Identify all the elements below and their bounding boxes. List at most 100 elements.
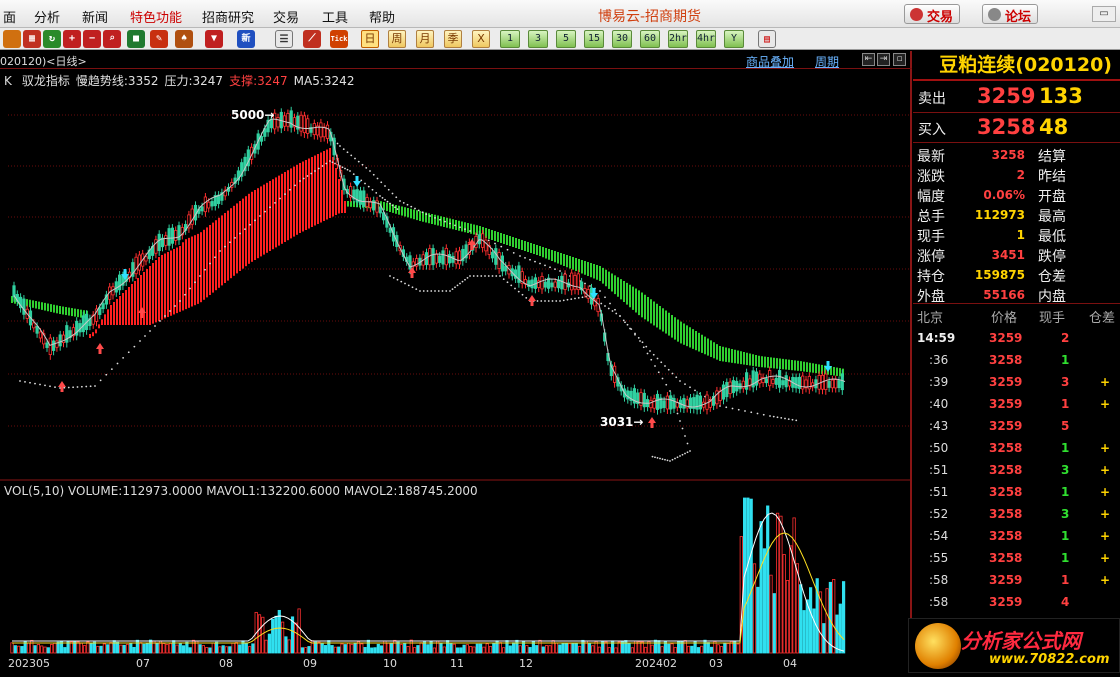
candle-body xyxy=(794,377,798,389)
dotted-line-dot xyxy=(642,346,645,349)
pen-icon[interactable]: ✎ xyxy=(150,30,168,48)
dotted-line-dot xyxy=(639,340,641,342)
stat-label: 持仓 xyxy=(917,269,945,285)
chart-area[interactable] xyxy=(0,51,912,655)
dotted-line-dot xyxy=(656,456,659,459)
period-button[interactable]: 2hr xyxy=(668,30,688,48)
period-button[interactable]: 5 xyxy=(556,30,576,48)
period-button[interactable]: 1 xyxy=(500,30,520,48)
period-button[interactable]: 周 xyxy=(388,30,406,48)
menu-item[interactable]: 新闻 xyxy=(82,7,108,26)
volume-bar xyxy=(769,574,773,654)
nav-first-button[interactable]: ⇤ xyxy=(862,53,875,66)
period-button[interactable]: 月 xyxy=(416,30,434,48)
menu-item[interactable]: 招商研究 xyxy=(202,7,254,26)
stat-label: 开盘 xyxy=(1038,189,1066,205)
nav-close-button[interactable]: ▫ xyxy=(893,53,906,66)
dotted-line-dot xyxy=(725,406,728,409)
tick-time: :51 xyxy=(929,463,949,477)
forum-button[interactable]: 论坛 xyxy=(982,4,1039,25)
period-button[interactable]: 季 xyxy=(444,30,462,48)
color-icon[interactable]: ■ xyxy=(127,30,145,48)
dotted-line-dot xyxy=(604,305,606,307)
dotted-line-dot xyxy=(510,284,513,287)
table-icon[interactable]: ☰ xyxy=(275,30,293,48)
period-button[interactable]: 60 xyxy=(640,30,660,48)
dotted-line-dot xyxy=(375,191,378,194)
period-link[interactable]: 周期 xyxy=(815,53,839,70)
tick-change: + xyxy=(1100,529,1111,543)
dotted-line-dot xyxy=(619,315,621,317)
zoom-in-icon[interactable]: + xyxy=(63,30,81,48)
candle-body xyxy=(170,227,174,244)
news-icon[interactable]: 新 xyxy=(237,30,255,48)
candle-body xyxy=(101,303,105,310)
dotted-line-dot xyxy=(449,290,451,292)
candle-body xyxy=(840,373,844,391)
period-button[interactable]: 日 xyxy=(361,30,379,48)
period-button[interactable]: 3 xyxy=(528,30,548,48)
buy-volume: 48 xyxy=(1039,115,1069,139)
dotted-line-dot xyxy=(139,340,141,342)
sell-volume: 133 xyxy=(1039,84,1083,108)
dotted-line-dot xyxy=(94,385,96,387)
date-label: 08 xyxy=(219,657,233,670)
volume-bar xyxy=(346,642,351,654)
pin-icon[interactable]: ▼ xyxy=(205,30,223,48)
zoom-out-icon[interactable]: − xyxy=(83,30,101,48)
volume-bar xyxy=(106,644,110,654)
dotted-line-dot xyxy=(380,181,383,184)
menu-item[interactable]: 交易 xyxy=(273,7,299,26)
window-control-button[interactable]: ▭ xyxy=(1092,6,1116,22)
tick-change: + xyxy=(1100,573,1111,587)
period-button[interactable]: 4hr xyxy=(696,30,716,48)
dotted-line-dot xyxy=(34,382,36,385)
nav-last-button[interactable]: ⇥ xyxy=(877,53,890,66)
tick-button[interactable]: Tick xyxy=(330,30,348,48)
menu-item[interactable]: 面 xyxy=(3,7,16,26)
volume-bar xyxy=(46,647,50,654)
period-button[interactable]: X xyxy=(472,30,490,48)
search-icon[interactable]: ⌕ xyxy=(103,30,121,48)
dotted-line-dot xyxy=(279,197,281,200)
dotted-line-dot xyxy=(681,453,684,456)
dotted-line-dot xyxy=(652,353,655,356)
menu-item[interactable]: 特色功能 xyxy=(130,7,182,26)
menu-item[interactable]: 工具 xyxy=(322,7,348,26)
dotted-line-dot xyxy=(665,383,668,386)
dotted-line-dot xyxy=(472,275,475,277)
brush-icon[interactable]: ♠ xyxy=(175,30,193,48)
indicator-value: 慢趋势线:3352 xyxy=(75,74,159,88)
settings-icon[interactable]: ▤ xyxy=(758,30,776,48)
candle-body xyxy=(484,239,488,252)
dotted-line-dot xyxy=(254,219,256,222)
trade-button[interactable]: 交易 xyxy=(904,4,961,25)
menu-item[interactable]: 帮助 xyxy=(369,7,395,26)
period-button[interactable]: 15 xyxy=(584,30,604,48)
dotted-line-dot xyxy=(622,319,625,322)
overlay-link[interactable]: 商品叠加 xyxy=(746,53,794,70)
dotted-line-dot xyxy=(499,275,501,277)
dotted-line-dot xyxy=(686,442,689,445)
candle-body xyxy=(12,285,16,298)
chart-icon[interactable]: ▦ xyxy=(23,30,41,48)
dotted-line-dot xyxy=(469,230,471,232)
period-button[interactable]: Y xyxy=(724,30,744,48)
tick-price: 3258 xyxy=(989,353,1023,367)
period-button[interactable]: 30 xyxy=(612,30,632,48)
dotted-line-dot xyxy=(795,419,798,422)
toolbar-icon[interactable] xyxy=(3,30,21,48)
dotted-line-dot xyxy=(184,293,186,296)
line-chart-icon[interactable]: ⟋ xyxy=(303,30,321,48)
candle-body xyxy=(302,115,307,134)
tick-time: :58 xyxy=(929,573,949,587)
dotted-line-dot xyxy=(506,281,509,284)
dotted-line-dot xyxy=(574,297,576,300)
dotted-line-dot xyxy=(365,166,368,169)
dotted-line-dot xyxy=(391,192,394,195)
refresh-icon[interactable]: ↻ xyxy=(43,30,61,48)
tick-volume: 1 xyxy=(1061,529,1070,543)
menu-item[interactable]: 分析 xyxy=(34,7,60,26)
volume-bar xyxy=(472,646,476,654)
dotted-line-dot xyxy=(731,407,734,410)
